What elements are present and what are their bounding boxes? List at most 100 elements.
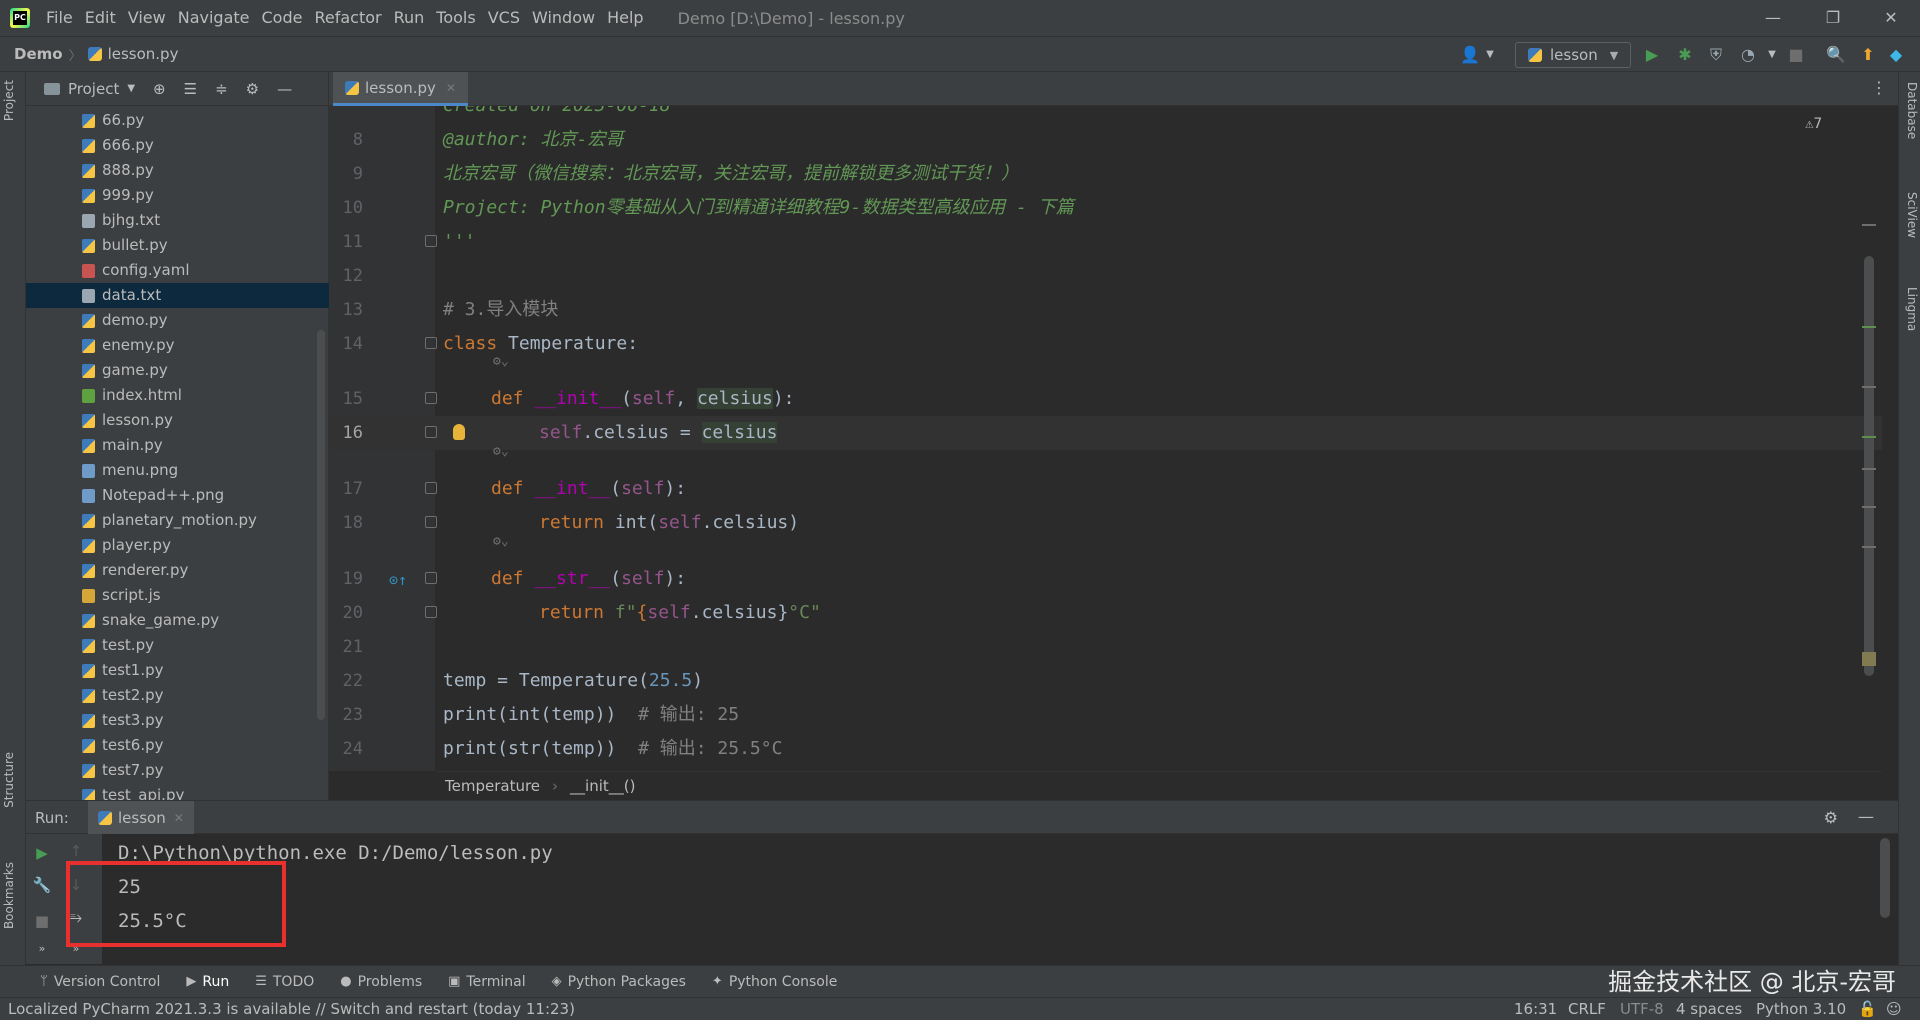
plugin-icon[interactable]: ◆ bbox=[1886, 45, 1906, 65]
tab-python-packages[interactable]: ◈ Python Packages bbox=[552, 974, 686, 990]
locate-icon[interactable]: ⊕ bbox=[153, 80, 166, 98]
tab-lesson-py[interactable]: lesson.py ✕ bbox=[333, 72, 468, 106]
error-stripe-mark[interactable] bbox=[1862, 468, 1876, 470]
error-stripe-mark[interactable] bbox=[1862, 386, 1876, 388]
editor-scrollbar[interactable] bbox=[1864, 256, 1874, 676]
structure-tool-tab[interactable]: Structure bbox=[2, 752, 24, 808]
profile-icon[interactable]: ◔ bbox=[1738, 45, 1758, 65]
menu-view[interactable]: View bbox=[122, 0, 172, 36]
tab-version-control[interactable]: ᛘ Version Control bbox=[40, 974, 160, 990]
ai-hint-icon[interactable]: ⚙⌄ bbox=[493, 354, 509, 369]
expand-all-icon[interactable]: ☰ bbox=[184, 80, 197, 98]
file-tree-item[interactable]: snake_game.py bbox=[26, 608, 329, 633]
search-icon[interactable]: 🔍 bbox=[1826, 45, 1846, 65]
fold-marker-icon[interactable] bbox=[425, 392, 437, 404]
coverage-icon[interactable]: ⛨ bbox=[1706, 45, 1726, 65]
status-message[interactable]: Localized PyCharm 2021.3.3 is available … bbox=[8, 998, 575, 1020]
run-console[interactable]: D:\Python\python.exe D:/Demo/lesson.py 2… bbox=[102, 834, 1898, 964]
file-tree-item[interactable]: enemy.py bbox=[26, 333, 329, 358]
ai-hint-icon[interactable]: ⚙⌄ bbox=[493, 534, 509, 549]
rerun-icon[interactable]: ▶ bbox=[32, 844, 52, 862]
restore-button[interactable]: ❐ bbox=[1804, 0, 1862, 36]
file-tree-item[interactable]: main.py bbox=[26, 433, 329, 458]
file-tree-item[interactable]: data.txt bbox=[26, 283, 329, 308]
tab-todo[interactable]: ☰ TODO bbox=[255, 974, 314, 990]
file-tree-item[interactable]: game.py bbox=[26, 358, 329, 383]
python-interpreter[interactable]: Python 3.10 bbox=[1756, 998, 1846, 1020]
menu-navigate[interactable]: Navigate bbox=[172, 0, 256, 36]
breadcrumb-method[interactable]: __init__() bbox=[570, 777, 635, 795]
fold-marker-icon[interactable] bbox=[425, 235, 437, 247]
close-window-button[interactable]: ✕ bbox=[1862, 0, 1920, 36]
file-tree-item[interactable]: config.yaml bbox=[26, 258, 329, 283]
console-scrollbar[interactable] bbox=[1880, 838, 1890, 918]
close-tab-icon[interactable]: ✕ bbox=[174, 811, 184, 825]
project-tool-tab[interactable]: Project bbox=[2, 80, 24, 121]
fold-marker-icon[interactable] bbox=[425, 572, 437, 584]
update-icon[interactable]: ⬆ bbox=[1858, 45, 1878, 65]
bookmarks-tool-tab[interactable]: Bookmarks bbox=[2, 862, 24, 929]
file-tree-item[interactable]: test7.py bbox=[26, 758, 329, 783]
file-tree-item[interactable]: demo.py bbox=[26, 308, 329, 333]
hide-panel-icon[interactable]: — bbox=[277, 80, 292, 98]
caret-position[interactable]: 16:31 bbox=[1514, 998, 1557, 1020]
file-tree-item[interactable]: Notepad++.png bbox=[26, 483, 329, 508]
scroll-up-icon[interactable]: ↑ bbox=[66, 842, 86, 860]
sciview-tool-tab[interactable]: SciView bbox=[1901, 192, 1919, 238]
notifications-icon[interactable]: ☺ bbox=[1886, 998, 1902, 1020]
error-stripe-mark[interactable] bbox=[1862, 652, 1876, 666]
run-icon[interactable]: ▶ bbox=[1642, 45, 1662, 65]
project-panel-title[interactable]: Project bbox=[68, 80, 119, 98]
hide-panel-icon[interactable]: — bbox=[1858, 807, 1874, 826]
override-marker-icon[interactable]: ⊙↑ bbox=[389, 571, 407, 589]
fold-marker-icon[interactable] bbox=[425, 606, 437, 618]
file-tree-item[interactable]: planetary_motion.py bbox=[26, 508, 329, 533]
chevron-down-icon[interactable]: ▼ bbox=[1762, 45, 1782, 65]
code-editor[interactable]: ⚠7 Created on 2023-06-18 8 @author: 北京-宏… bbox=[329, 106, 1882, 771]
ai-hint-icon[interactable]: ⚙⌄ bbox=[493, 444, 509, 459]
menu-run[interactable]: Run bbox=[388, 0, 431, 36]
error-stripe-mark[interactable] bbox=[1862, 224, 1876, 226]
close-tab-icon[interactable]: ✕ bbox=[446, 81, 456, 95]
file-encoding[interactable]: UTF-8 bbox=[1620, 998, 1664, 1020]
file-tree-item[interactable]: 999.py bbox=[26, 183, 329, 208]
file-tree-item[interactable]: test.py bbox=[26, 633, 329, 658]
menu-file[interactable]: File bbox=[40, 0, 79, 36]
file-tree-item[interactable]: bullet.py bbox=[26, 233, 329, 258]
stop-icon[interactable]: ■ bbox=[1786, 45, 1806, 65]
breadcrumb-file[interactable]: lesson.py bbox=[108, 45, 179, 63]
debug-icon[interactable]: ✱ bbox=[1675, 45, 1695, 65]
menu-vcs[interactable]: VCS bbox=[482, 0, 526, 36]
fold-marker-icon[interactable] bbox=[425, 516, 437, 528]
fold-marker-icon[interactable] bbox=[425, 337, 437, 349]
wrench-icon[interactable]: 🔧 bbox=[32, 876, 52, 894]
error-stripe-mark[interactable] bbox=[1862, 436, 1876, 438]
tab-run[interactable]: ▶ Run bbox=[186, 974, 229, 990]
file-tree-item[interactable]: player.py bbox=[26, 533, 329, 558]
fold-marker-icon[interactable] bbox=[425, 482, 437, 494]
menu-refactor[interactable]: Refactor bbox=[308, 0, 387, 36]
menu-code[interactable]: Code bbox=[256, 0, 309, 36]
file-tree-item[interactable]: 888.py bbox=[26, 158, 329, 183]
run-configuration-select[interactable]: lesson ▼ bbox=[1515, 42, 1631, 68]
more-options-icon[interactable]: ⋮ bbox=[1871, 78, 1887, 97]
project-scrollbar[interactable] bbox=[317, 330, 325, 720]
error-stripe-mark[interactable] bbox=[1862, 326, 1876, 328]
add-user-icon[interactable]: 👤 bbox=[1460, 45, 1480, 65]
menu-edit[interactable]: Edit bbox=[79, 0, 122, 36]
tab-python-console[interactable]: ✦ Python Console bbox=[712, 974, 837, 990]
error-stripe-mark[interactable] bbox=[1862, 506, 1876, 508]
database-tool-tab[interactable]: Database bbox=[1901, 82, 1919, 139]
breadcrumb-project[interactable]: Demo bbox=[14, 45, 63, 63]
file-tree-item[interactable]: 66.py bbox=[26, 108, 329, 133]
error-stripe-mark[interactable] bbox=[1862, 546, 1876, 548]
file-tree-item[interactable]: menu.png bbox=[26, 458, 329, 483]
menu-window[interactable]: Window bbox=[526, 0, 601, 36]
line-separator[interactable]: CRLF bbox=[1568, 998, 1606, 1020]
file-tree-item[interactable]: script.js bbox=[26, 583, 329, 608]
file-tree-item[interactable]: renderer.py bbox=[26, 558, 329, 583]
file-tree-item[interactable]: test2.py bbox=[26, 683, 329, 708]
file-tree-item[interactable]: bjhg.txt bbox=[26, 208, 329, 233]
chevron-down-icon[interactable]: ▼ bbox=[127, 83, 135, 94]
collapse-all-icon[interactable]: ≑ bbox=[215, 80, 228, 98]
